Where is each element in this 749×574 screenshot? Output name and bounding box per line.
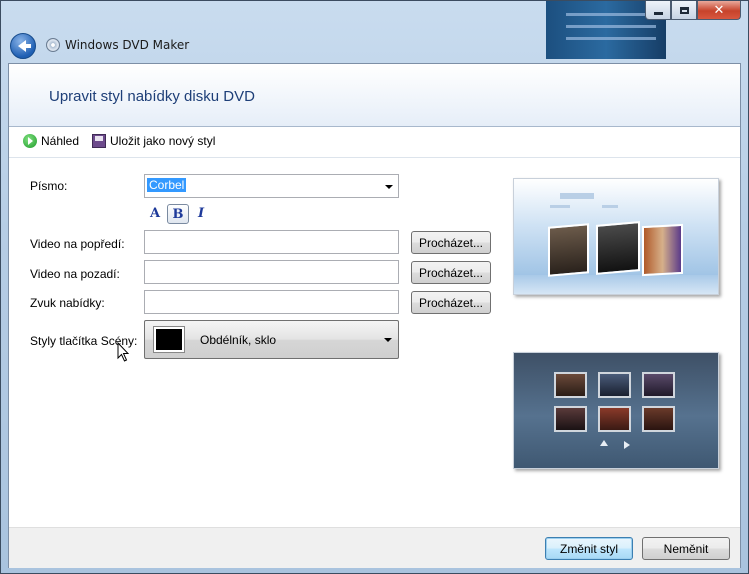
mouse-cursor-icon bbox=[117, 342, 130, 362]
minimize-icon bbox=[653, 11, 663, 15]
preview-title-bar bbox=[550, 205, 570, 208]
menu-audio-label: Zvuk nabídky: bbox=[30, 296, 105, 310]
back-button[interactable] bbox=[10, 33, 36, 59]
maximize-icon bbox=[679, 6, 689, 14]
page-header: Upravit styl nabídky disku DVD bbox=[9, 64, 740, 127]
maximize-button[interactable] bbox=[671, 1, 697, 20]
font-color-button[interactable]: A bbox=[144, 203, 166, 223]
background-video-label: Video na pozadí: bbox=[30, 267, 120, 281]
font-label: Písmo: bbox=[30, 179, 68, 193]
style-preview-top bbox=[513, 178, 719, 295]
background-line bbox=[566, 37, 656, 40]
caption-buttons: ✕ bbox=[645, 1, 741, 20]
dvd-disc-icon bbox=[46, 38, 60, 52]
foreground-video-label: Video na popředí: bbox=[30, 237, 125, 251]
save-icon bbox=[92, 134, 106, 148]
menu-audio-field[interactable] bbox=[144, 290, 399, 314]
preview-floor bbox=[514, 275, 718, 294]
style-swatch bbox=[153, 326, 185, 353]
preview-label: Náhled bbox=[41, 134, 80, 148]
preview-thumbnail bbox=[596, 221, 640, 275]
window-title: Windows DVD Maker bbox=[65, 38, 190, 52]
background-line bbox=[566, 13, 656, 16]
font-dropdown[interactable]: Corbel bbox=[144, 174, 399, 198]
arrow-right-icon bbox=[624, 441, 630, 449]
preview-thumbnail bbox=[642, 223, 683, 277]
browse-foreground-button[interactable]: Procházet... bbox=[411, 231, 491, 254]
page-title: Upravit styl nabídky disku DVD bbox=[49, 88, 255, 105]
foreground-video-field[interactable] bbox=[144, 230, 399, 254]
bold-button[interactable]: B bbox=[167, 204, 189, 224]
preview-thumbnail bbox=[548, 223, 589, 277]
minimize-button[interactable] bbox=[645, 1, 671, 20]
preview-button[interactable]: Náhled bbox=[23, 134, 79, 148]
save-style-label: Uložit jako nový styl bbox=[110, 134, 216, 148]
dialog-footer: Změnit styl Neměnit bbox=[9, 527, 740, 568]
preview-thumbnail bbox=[642, 406, 675, 432]
preview-title-bar bbox=[602, 205, 618, 208]
preview-thumbnail bbox=[642, 372, 675, 398]
background-line bbox=[566, 25, 656, 28]
preview-title-bar bbox=[560, 193, 594, 199]
preview-thumbnail bbox=[554, 372, 587, 398]
change-style-button[interactable]: Změnit styl bbox=[545, 537, 633, 560]
back-arrow-icon bbox=[17, 40, 31, 52]
style-preview-bottom bbox=[513, 352, 719, 469]
browse-background-button[interactable]: Procházet... bbox=[411, 261, 491, 284]
play-icon bbox=[23, 134, 37, 148]
arrow-up-icon bbox=[600, 440, 608, 446]
close-button[interactable]: ✕ bbox=[697, 1, 741, 20]
italic-button[interactable]: I bbox=[190, 203, 212, 223]
preview-thumbnail bbox=[598, 372, 631, 398]
chevron-down-icon bbox=[385, 185, 393, 189]
font-value: Corbel bbox=[147, 178, 187, 192]
scene-button-style-value: Obdélník, sklo bbox=[200, 333, 277, 347]
close-icon: ✕ bbox=[713, 2, 725, 18]
window-frame: ✕ Windows DVD Maker Upravit styl nabídky… bbox=[0, 0, 749, 574]
scene-button-style-dropdown[interactable]: Obdélník, sklo bbox=[144, 320, 399, 359]
client-area: Upravit styl nabídky disku DVD Náhled Ul… bbox=[8, 63, 741, 568]
preview-thumbnail bbox=[554, 406, 587, 432]
preview-thumbnail bbox=[598, 406, 631, 432]
cancel-button[interactable]: Neměnit bbox=[642, 537, 730, 560]
toolbar: Náhled Uložit jako nový styl bbox=[9, 127, 740, 158]
browse-audio-button[interactable]: Procházet... bbox=[411, 291, 491, 314]
chevron-down-icon bbox=[384, 338, 392, 342]
save-as-new-style-button[interactable]: Uložit jako nový styl bbox=[92, 134, 215, 148]
background-video-field[interactable] bbox=[144, 260, 399, 284]
